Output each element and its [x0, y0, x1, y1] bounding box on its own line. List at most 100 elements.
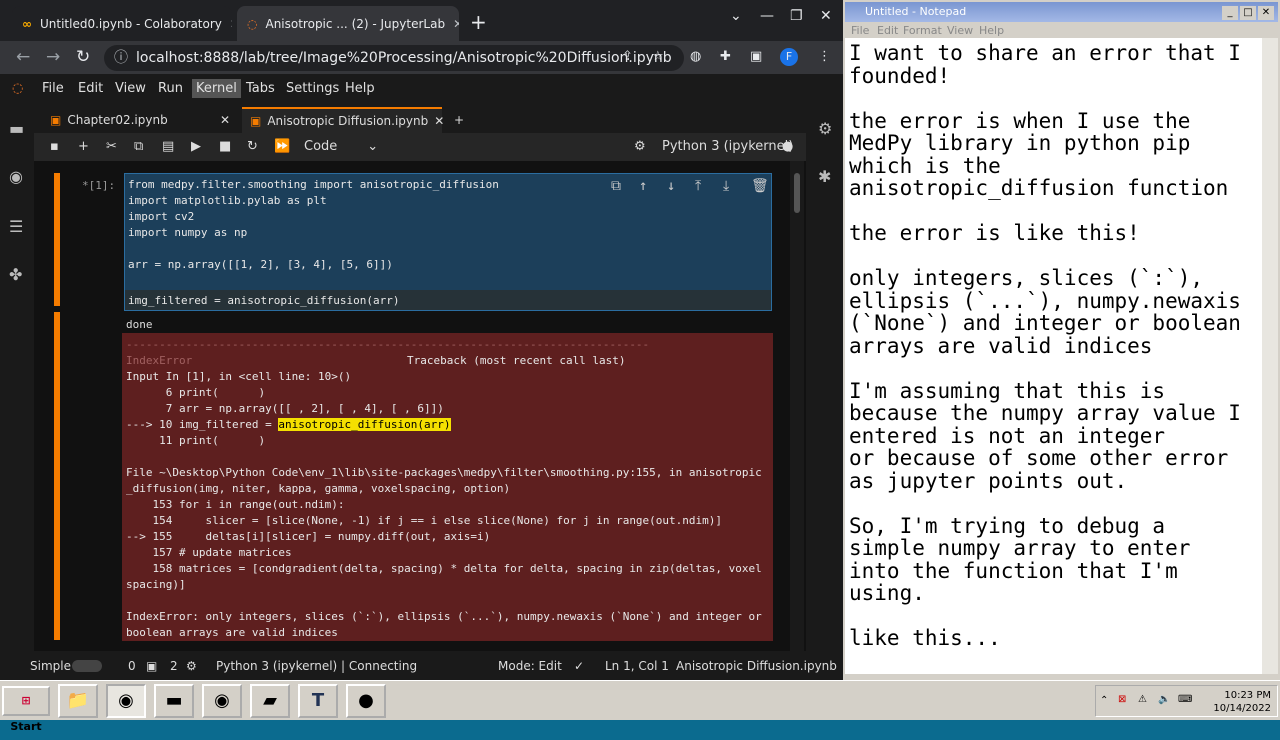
close-window-icon[interactable]: ✕: [1258, 6, 1274, 20]
notepad-line: [849, 87, 1258, 110]
minimize-icon[interactable]: —: [760, 8, 774, 24]
notebook-scrollbar[interactable]: [790, 161, 804, 651]
menu-kernel[interactable]: Kernel: [192, 79, 241, 98]
simple-mode-toggle[interactable]: [72, 660, 102, 672]
cut-icon[interactable]: ✂: [106, 139, 117, 154]
browser-tab-colab[interactable]: ∞ Untitled0.ipynb - Colaboratory ✕: [12, 6, 232, 41]
chrome-profile-task-icon[interactable]: ◉: [106, 684, 146, 718]
menu-view[interactable]: View: [115, 81, 146, 96]
debugger-icon[interactable]: ✱: [818, 167, 831, 186]
notepad-menu-file[interactable]: File: [851, 24, 869, 37]
explorer-task-icon[interactable]: 📁: [58, 684, 98, 718]
close-icon[interactable]: ✕: [453, 17, 459, 31]
toc-icon[interactable]: ☰: [9, 217, 23, 236]
terminal-count: 0: [128, 659, 136, 673]
notepad-line: ellipsis (`...`), numpy.newaxis: [849, 288, 1241, 313]
folder-icon[interactable]: ▬: [9, 119, 24, 138]
notepad-menu-edit[interactable]: Edit: [877, 24, 898, 37]
reload-icon[interactable]: ↻: [76, 47, 90, 67]
error-message: IndexError: only integers, slices (`:`),…: [126, 610, 762, 623]
volume-icon[interactable]: 🔈: [1158, 694, 1170, 705]
sidepanel-icon[interactable]: ▣: [750, 49, 762, 64]
chrome-task-icon[interactable]: ◉: [202, 684, 242, 718]
kernel-status-icon: ●: [782, 139, 794, 154]
forward-icon[interactable]: →: [46, 47, 60, 67]
text-editor-task-icon[interactable]: T: [298, 684, 338, 718]
notepad-scrollbar[interactable]: [1262, 38, 1278, 674]
notebook-toolbar: ▪ + ✂ ⧉ ▤ ▶ ■ ↻ ⏩ Code ⌄ ⚙ Python 3 (ipyk…: [34, 133, 806, 161]
paste-icon[interactable]: ▤: [162, 139, 174, 154]
cell-collapser[interactable]: [54, 173, 60, 306]
notepad-textarea[interactable]: I want to share an error that Ifounded! t…: [845, 38, 1262, 674]
extension-puzzle-icon[interactable]: ✤: [9, 265, 22, 284]
close-icon[interactable]: ✕: [220, 113, 230, 127]
restart-run-all-icon[interactable]: ⏩: [274, 139, 290, 154]
bookmark-star-icon[interactable]: ☆: [652, 49, 664, 64]
save-icon[interactable]: ▪: [50, 139, 59, 154]
menu-kebab-icon[interactable]: ⋮: [818, 49, 831, 64]
clock[interactable]: 10:23 PM 10/14/2022: [1213, 689, 1271, 715]
source-line: 154 slicer = [slice(None, -1) if j == i …: [126, 514, 723, 527]
move-up-icon[interactable]: ↑: [639, 178, 647, 194]
property-inspector-icon[interactable]: ⚙: [818, 119, 832, 138]
browser-tab-jupyter[interactable]: ◌ Anisotropic ... (2) - JupyterLab ✕: [237, 6, 459, 41]
add-cell-icon[interactable]: +: [78, 139, 89, 154]
new-tab-button[interactable]: +: [470, 10, 487, 34]
menu-edit[interactable]: Edit: [78, 81, 103, 96]
menu-file[interactable]: File: [42, 81, 64, 96]
close-icon[interactable]: ✕: [230, 17, 232, 31]
notepad-menu-view[interactable]: View: [947, 24, 973, 37]
error-message: boolean arrays are valid indices: [126, 626, 338, 639]
tab-chapter02[interactable]: ▣ Chapter02.ipynb ✕: [42, 107, 238, 133]
cursor-position[interactable]: Ln 1, Col 1: [605, 659, 669, 673]
restore-icon[interactable]: □: [1240, 6, 1256, 20]
stop-icon[interactable]: ■: [219, 139, 231, 154]
back-icon[interactable]: ←: [16, 47, 30, 67]
code-cell-editor[interactable]: from medpy.filter.smoothing import aniso…: [124, 173, 772, 311]
keyboard-icon[interactable]: ⌨: [1178, 694, 1192, 705]
kernel-settings-icon[interactable]: ⚙: [634, 139, 646, 154]
insert-above-icon[interactable]: ⤒: [695, 178, 701, 194]
menu-help[interactable]: Help: [345, 81, 375, 96]
copy-icon[interactable]: ⧉: [134, 139, 143, 154]
menu-settings[interactable]: Settings: [286, 81, 339, 96]
menu-tabs[interactable]: Tabs: [246, 81, 275, 96]
profile-avatar[interactable]: F: [780, 48, 798, 66]
move-down-icon[interactable]: ↓: [667, 178, 675, 194]
running-icon[interactable]: ◉: [9, 167, 23, 186]
restore-icon[interactable]: ❐: [790, 8, 803, 24]
insert-below-icon[interactable]: ⤓: [723, 178, 729, 194]
menu-run[interactable]: Run: [158, 81, 183, 96]
start-button[interactable]: ⊞ Start: [2, 686, 50, 733]
run-icon[interactable]: ▶: [191, 139, 201, 154]
recorder-task-icon[interactable]: ●: [346, 684, 386, 718]
notepad-line: [849, 200, 1258, 223]
url-input[interactable]: ⓘ localhost:8888/lab/tree/Image%20Proces…: [104, 45, 684, 71]
output-collapser[interactable]: [54, 312, 60, 640]
add-tab-button[interactable]: +: [446, 107, 472, 133]
scrollbar-thumb[interactable]: [794, 173, 800, 213]
terminal-task-icon[interactable]: ▬: [154, 684, 194, 718]
tray-expand-icon[interactable]: ⌃: [1100, 695, 1108, 706]
security-icon[interactable]: ⚠: [1138, 694, 1147, 705]
cell-type-select[interactable]: Code ⌄: [304, 139, 378, 154]
notepad-task-icon[interactable]: ▰: [250, 684, 290, 718]
close-window-icon[interactable]: ✕: [820, 8, 832, 24]
share-icon[interactable]: ⇪: [622, 49, 633, 64]
tab-search-icon[interactable]: ⌄: [730, 8, 742, 24]
close-icon[interactable]: ✕: [434, 114, 444, 128]
browser-tab-bar: ∞ Untitled0.ipynb - Colaboratory ✕ ◌ Ani…: [0, 0, 843, 41]
kernel-name[interactable]: Python 3 (ipykernel): [662, 139, 793, 154]
delete-cell-icon[interactable]: 🗑: [751, 178, 769, 194]
tab-anisotropic[interactable]: ▣ Anisotropic Diffusion.ipynb ✕: [242, 107, 444, 133]
notepad-menu-format[interactable]: Format: [903, 24, 942, 37]
duplicate-cell-icon[interactable]: ⧉: [611, 178, 621, 194]
extensions-icon[interactable]: ✚: [720, 49, 731, 64]
restart-icon[interactable]: ↻: [247, 139, 258, 154]
network-icon[interactable]: ⊠: [1118, 694, 1126, 705]
minimize-icon[interactable]: _: [1222, 6, 1238, 20]
right-sidebar: ⚙ ✱: [806, 103, 843, 651]
kernel-status[interactable]: Python 3 (ipykernel) | Connecting: [216, 659, 417, 673]
notepad-menu-help[interactable]: Help: [979, 24, 1004, 37]
globe-icon[interactable]: ◍: [690, 49, 701, 64]
